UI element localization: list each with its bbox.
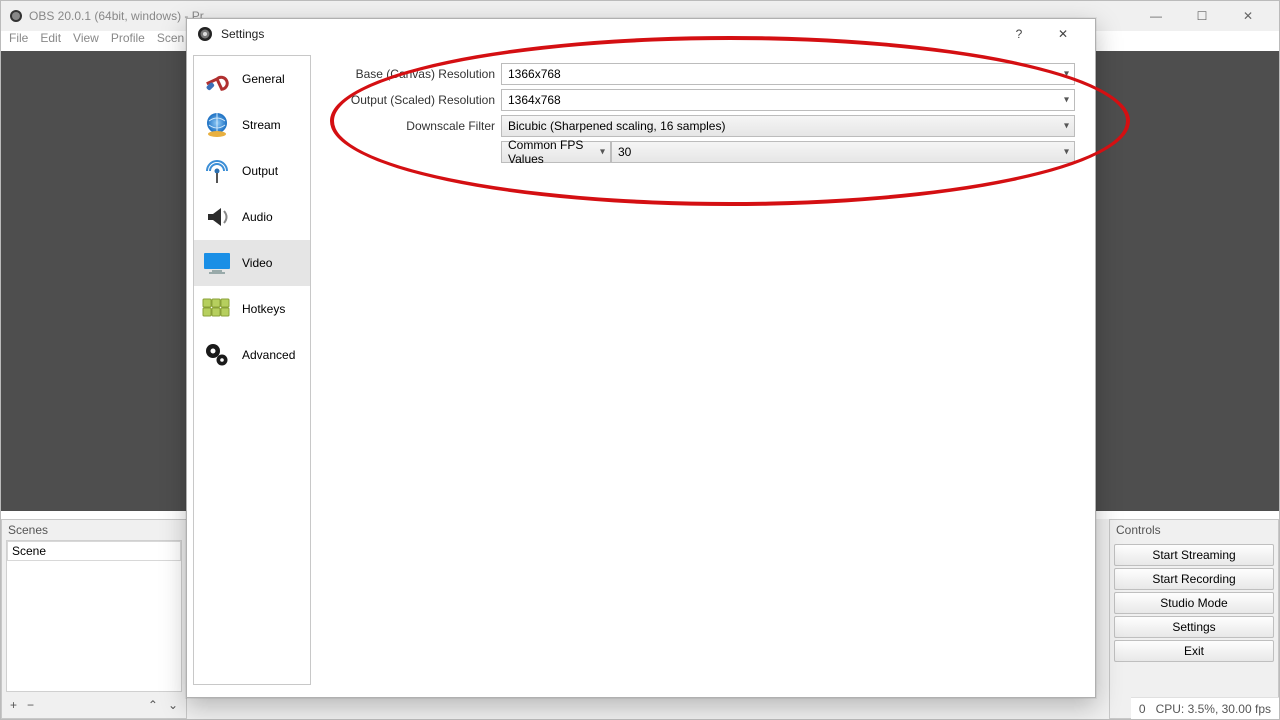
output-resolution-label: Output (Scaled) Resolution [331, 93, 501, 107]
antenna-icon [200, 154, 234, 188]
maximize-button[interactable]: ☐ [1179, 1, 1225, 31]
fps-value-select[interactable]: 30 [611, 141, 1075, 163]
globe-icon [200, 108, 234, 142]
menu-file[interactable]: File [9, 31, 28, 51]
exit-button[interactable]: Exit [1114, 640, 1274, 662]
sidebar-item-label: Hotkeys [242, 302, 285, 316]
scenes-panel: Scenes Scene + − ⌃ ⌄ [1, 519, 187, 719]
menu-view[interactable]: View [73, 31, 99, 51]
settings-button[interactable]: Settings [1114, 616, 1274, 638]
statusbar: 0 CPU: 3.5%, 30.00 fps [1131, 697, 1279, 719]
downscale-filter-select[interactable]: Bicubic (Sharpened scaling, 16 samples) [501, 115, 1075, 137]
status-cpu-fps: CPU: 3.5%, 30.00 fps [1156, 702, 1271, 716]
studio-mode-button[interactable]: Studio Mode [1114, 592, 1274, 614]
output-resolution-select[interactable]: 1364x768 [501, 89, 1075, 111]
sidebar-item-label: Video [242, 256, 272, 270]
sidebar-item-video[interactable]: Video [194, 240, 310, 286]
sidebar-item-label: Advanced [242, 348, 295, 362]
base-resolution-label: Base (Canvas) Resolution [331, 67, 501, 81]
sidebar-item-label: Audio [242, 210, 273, 224]
main-window-title: OBS 20.0.1 (64bit, windows) - Pr [29, 9, 204, 23]
start-streaming-button[interactable]: Start Streaming [1114, 544, 1274, 566]
sidebar-item-advanced[interactable]: Advanced [194, 332, 310, 378]
sidebar-item-hotkeys[interactable]: Hotkeys [194, 286, 310, 332]
sidebar-item-general[interactable]: General [194, 56, 310, 102]
sidebar-item-audio[interactable]: Audio [194, 194, 310, 240]
scenes-header: Scenes [2, 520, 186, 540]
menu-edit[interactable]: Edit [40, 31, 61, 51]
settings-close-button[interactable]: ✕ [1041, 19, 1085, 49]
scenes-list[interactable]: Scene [6, 540, 182, 692]
settings-title: Settings [221, 27, 264, 41]
settings-content-video: Base (Canvas) Resolution 1366x768 Output… [317, 55, 1089, 685]
settings-titlebar: Settings ? ✕ [187, 19, 1095, 49]
menu-scene-collection[interactable]: Scen [157, 31, 184, 51]
scene-item[interactable]: Scene [7, 541, 181, 561]
monitor-icon [200, 246, 234, 280]
fps-mode-select[interactable]: Common FPS Values [501, 141, 611, 163]
base-resolution-select[interactable]: 1366x768 [501, 63, 1075, 85]
settings-sidebar: General Stream Output Audio Video Hotkey… [193, 55, 311, 685]
move-scene-down-button[interactable]: ⌄ [168, 698, 178, 712]
menu-profile[interactable]: Profile [111, 31, 145, 51]
sidebar-item-label: General [242, 72, 285, 86]
wrench-icon [200, 62, 234, 96]
close-button[interactable]: ✕ [1225, 1, 1271, 31]
start-recording-button[interactable]: Start Recording [1114, 568, 1274, 590]
sidebar-item-label: Stream [242, 118, 281, 132]
add-scene-button[interactable]: + [10, 698, 17, 712]
move-scene-up-button[interactable]: ⌃ [148, 698, 158, 712]
sidebar-item-output[interactable]: Output [194, 148, 310, 194]
remove-scene-button[interactable]: − [27, 698, 34, 712]
minimize-button[interactable]: — [1133, 1, 1179, 31]
gear-icon [200, 338, 234, 372]
speaker-icon [200, 200, 234, 234]
app-icon [9, 9, 23, 23]
settings-dialog: Settings ? ✕ General Stream Output Audio [186, 18, 1096, 698]
sidebar-item-stream[interactable]: Stream [194, 102, 310, 148]
help-button[interactable]: ? [997, 19, 1041, 49]
sidebar-item-label: Output [242, 164, 278, 178]
keyboard-icon [200, 292, 234, 326]
controls-panel: Controls Start Streaming Start Recording… [1109, 519, 1279, 719]
downscale-filter-label: Downscale Filter [331, 119, 501, 133]
status-extra-num: 0 [1139, 702, 1146, 716]
settings-icon [197, 26, 213, 42]
controls-header: Controls [1110, 520, 1278, 540]
